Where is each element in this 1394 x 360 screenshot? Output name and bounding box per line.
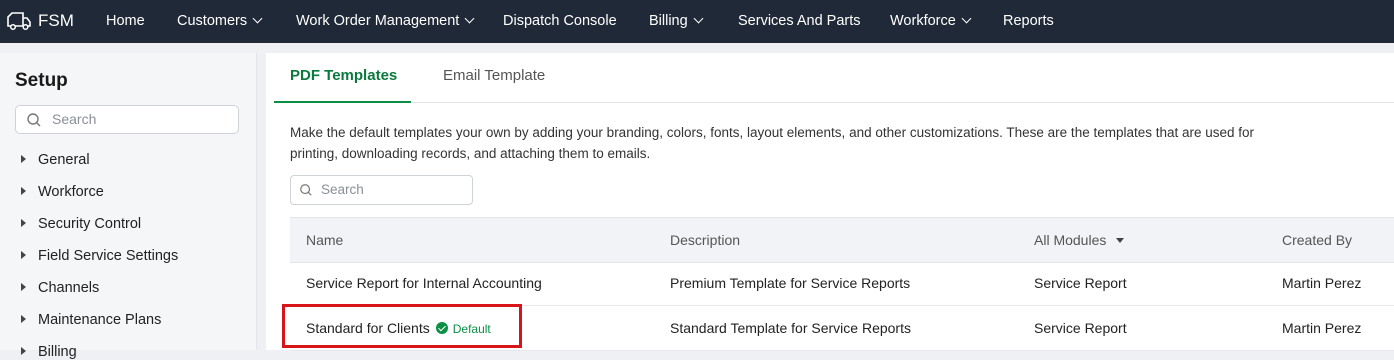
search-icon — [299, 183, 313, 202]
nav-work-order-management[interactable]: Work Order Management — [296, 0, 475, 43]
module-filter-dropdown[interactable]: All Modules — [1034, 232, 1125, 248]
caret-right-icon — [21, 187, 26, 195]
table-row[interactable]: Service Report for Internal Accounting P… — [290, 261, 1394, 306]
nav-billing[interactable]: Billing — [649, 0, 704, 43]
column-header-created-by[interactable]: Created By — [1282, 232, 1352, 248]
sidebar-item-workforce[interactable]: Workforce — [21, 184, 104, 200]
template-name[interactable]: Service Report for Internal Accounting — [306, 275, 542, 291]
tab-divider — [274, 102, 1394, 103]
chevron-down-icon — [961, 13, 972, 24]
template-description: Premium Template for Service Reports — [670, 275, 911, 291]
template-created-by: Martin Perez — [1282, 320, 1362, 336]
nav-billing-label: Billing — [649, 13, 688, 29]
tab-email-template[interactable]: Email Template — [443, 67, 545, 84]
app-name: FSM — [38, 11, 74, 30]
nav-customers-label: Customers — [177, 13, 248, 29]
template-module: Service Report — [1034, 275, 1127, 291]
nav-reports[interactable]: Reports — [1003, 0, 1054, 43]
module-filter-label: All Modules — [1034, 232, 1107, 248]
nav-workforce[interactable]: Workforce — [890, 0, 972, 43]
sidebar-item-label: Workforce — [38, 184, 104, 200]
sidebar-item-label: Billing — [38, 344, 77, 360]
sidebar-item-label: Field Service Settings — [38, 248, 179, 264]
chevron-down-icon — [252, 13, 263, 24]
setup-sidebar: Setup General Workforce Security Control… — [0, 53, 257, 360]
nav-home[interactable]: Home — [106, 0, 145, 43]
tab-pdf-templates[interactable]: PDF Templates — [290, 67, 397, 84]
templates-description: Make the default templates your own by a… — [290, 125, 1255, 161]
app-logo[interactable]: FSM — [6, 9, 74, 33]
caret-right-icon — [21, 251, 26, 259]
nav-dispatch-label: Dispatch Console — [503, 13, 617, 29]
sidebar-item-maintenance-plans[interactable]: Maintenance Plans — [21, 312, 161, 328]
sidebar-item-security-control[interactable]: Security Control — [21, 216, 141, 232]
sidebar-item-label: General — [38, 152, 90, 168]
top-nav-bar: FSM Home Customers Work Order Management… — [0, 0, 1394, 43]
caret-right-icon — [21, 155, 26, 163]
template-search[interactable] — [290, 175, 473, 205]
sidebar-item-channels[interactable]: Channels — [21, 280, 99, 296]
chevron-down-icon — [464, 13, 475, 24]
template-created-by: Martin Perez — [1282, 275, 1362, 291]
highlight-annotation-box — [282, 304, 522, 348]
sidebar-item-label: Maintenance Plans — [38, 312, 162, 328]
template-search-input[interactable] — [319, 181, 468, 198]
column-header-description[interactable]: Description — [670, 232, 740, 248]
caret-right-icon — [21, 315, 26, 323]
template-module: Service Report — [1034, 320, 1127, 336]
caret-down-icon — [1116, 238, 1125, 243]
nav-home-label: Home — [106, 13, 145, 29]
van-icon — [6, 11, 32, 31]
sidebar-search[interactable] — [15, 105, 239, 134]
caret-right-icon — [21, 283, 26, 291]
search-icon — [26, 112, 42, 133]
caret-right-icon — [21, 347, 26, 355]
template-description: Standard Template for Service Reports — [670, 320, 911, 336]
sidebar-search-input[interactable] — [50, 110, 234, 128]
column-header-name[interactable]: Name — [306, 232, 343, 248]
nav-workforce-label: Workforce — [890, 13, 956, 29]
active-tab-indicator — [274, 101, 411, 103]
nav-reports-label: Reports — [1003, 13, 1054, 29]
nav-services-label: Services And Parts — [738, 13, 861, 29]
sidebar-item-label: Security Control — [38, 216, 142, 232]
sidebar-item-field-service-settings[interactable]: Field Service Settings — [21, 248, 178, 264]
nav-customers[interactable]: Customers — [177, 0, 263, 43]
nav-dispatch-console[interactable]: Dispatch Console — [503, 0, 617, 43]
nav-work-order-label: Work Order Management — [296, 13, 460, 29]
sidebar-item-general[interactable]: General — [21, 152, 90, 168]
sidebar-item-billing[interactable]: Billing — [21, 344, 77, 360]
chevron-down-icon — [693, 13, 704, 24]
nav-services-and-parts[interactable]: Services And Parts — [738, 0, 861, 43]
sidebar-title: Setup — [15, 70, 68, 91]
caret-right-icon — [21, 219, 26, 227]
sidebar-item-label: Channels — [38, 280, 100, 296]
table-header: Name Description All Modules Created By — [290, 217, 1394, 263]
